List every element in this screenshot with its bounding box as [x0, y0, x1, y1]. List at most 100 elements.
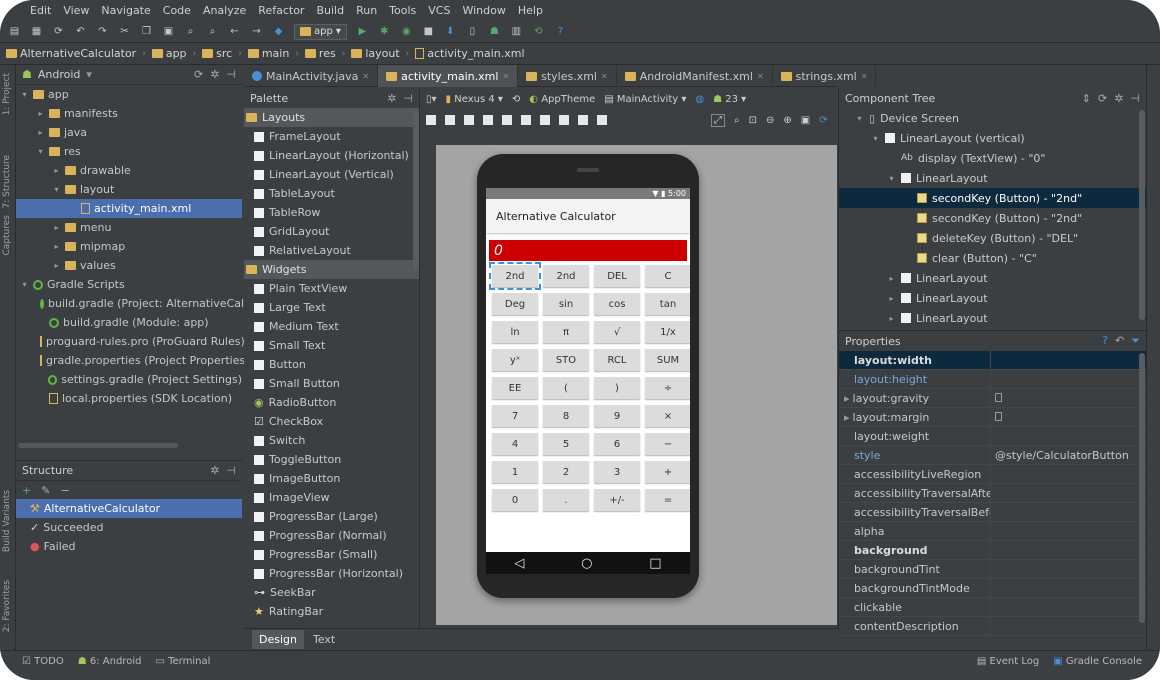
calc-key-9[interactable]: 9 [594, 405, 640, 427]
expand-all-icon[interactable]: ⇕ [1082, 92, 1091, 105]
chevron-down-icon[interactable]: ▾ [86, 68, 92, 81]
structure-item-alternativecalculator[interactable]: ⚒ AlternativeCalculator [16, 499, 242, 518]
chevron-down-icon[interactable]: ▸ [887, 314, 896, 323]
screenshot-icon[interactable]: ▣ [801, 115, 810, 126]
avd-manager-icon[interactable]: ▯ [466, 25, 479, 38]
calc-key-0[interactable]: 0 [492, 489, 538, 511]
build-variants-tool-button[interactable]: Build Variants [2, 490, 12, 552]
redo-icon[interactable]: ↷ [96, 25, 109, 38]
chevron-right-icon[interactable]: ▸ [52, 242, 61, 251]
align-center-icon[interactable] [502, 115, 512, 125]
calc-key-key-27[interactable]: − [645, 433, 690, 455]
component-tree-item[interactable]: clear (Button) - "C" [839, 248, 1146, 268]
palette-item-switch[interactable]: Switch [244, 431, 419, 450]
component-tree-item[interactable]: Ab display (TextView) - "0" [839, 148, 1146, 168]
chevron-down-icon[interactable]: ▾ [871, 134, 880, 143]
calc-key-3[interactable]: 3 [594, 461, 640, 483]
project-tree-item-manifests[interactable]: ▸ manifests [16, 104, 242, 123]
calc-key-rcl[interactable]: RCL [594, 349, 640, 371]
property-row-layout-weight[interactable]: layout:weight [839, 427, 1146, 446]
component-tree-item[interactable]: secondKey (Button) - "2nd" [839, 208, 1146, 228]
gradle-sync-icon[interactable]: ⟲ [532, 25, 545, 38]
calc-key-2[interactable]: 2 [543, 461, 589, 483]
breadcrumb-item-main[interactable]: main [247, 47, 289, 60]
property-row-alpha[interactable]: alpha [839, 522, 1146, 541]
pin-icon[interactable]: ⊣ [226, 464, 236, 477]
favorites-tool-button[interactable]: 2: Favorites [2, 580, 12, 632]
project-tree-item-proguard-rules-pro-proguard-rules[interactable]: proguard-rules.pro (ProGuard Rules) [16, 332, 245, 351]
forward-icon[interactable]: → [250, 25, 263, 38]
tab-activity-main-xml[interactable]: activity_main.xml ✕ [378, 65, 519, 87]
project-tree-item-activity-main-xml[interactable]: activity_main.xml [16, 199, 242, 218]
minus-icon[interactable]: − [60, 484, 69, 497]
attach-debugger-icon[interactable]: ◉ [400, 25, 413, 38]
settings-icon[interactable]: ✲ [1114, 92, 1123, 105]
calc-key-deg[interactable]: Deg [492, 293, 538, 315]
breadcrumb-item-layout[interactable]: layout [351, 47, 400, 60]
close-icon[interactable]: ✕ [362, 72, 369, 81]
find-icon[interactable]: ⌕ [184, 25, 197, 38]
property-row-accessibilitytraversalbefore[interactable]: accessibilityTraversalBefore [839, 503, 1146, 522]
calc-key-del[interactable]: DEL [594, 265, 640, 287]
palette-item-ratingbar[interactable]: ★ RatingBar [244, 602, 419, 621]
property-row-accessibilityliveregion[interactable]: accessibilityLiveRegion [839, 465, 1146, 484]
calc-key-4[interactable]: 4 [492, 433, 538, 455]
palette-item-progressbar-normal[interactable]: ProgressBar (Normal) [244, 526, 419, 545]
palette-item-imagebutton[interactable]: ImageButton [244, 469, 419, 488]
chevron-down-icon[interactable]: ▸ [887, 274, 896, 283]
project-tree-item-build-gradle-module-app[interactable]: build.gradle (Module: app) [16, 313, 242, 332]
close-icon[interactable]: ✕ [757, 72, 764, 81]
palette-item-linearlayout-horizontal[interactable]: LinearLayout (Horizontal) [244, 146, 419, 165]
palette-item-linearlayout-vertical[interactable]: LinearLayout (Vertical) [244, 165, 419, 184]
chevron-right-icon[interactable]: ▸ [52, 223, 61, 232]
property-value[interactable] [991, 392, 1146, 405]
terminal-tool-button[interactable]: ▭ Terminal [155, 656, 210, 667]
orientation-icon[interactable]: ⟲ [512, 94, 520, 105]
calc-key-key-33[interactable]: . [543, 489, 589, 511]
palette-item-progressbar-horizontal[interactable]: ProgressBar (Horizontal) [244, 564, 419, 583]
menu-item-build[interactable]: Build [316, 4, 344, 17]
palette-item-radiobutton[interactable]: ◉ RadioButton [244, 393, 419, 412]
align-bottom-icon[interactable] [559, 115, 569, 125]
calc-key-ln[interactable]: ln [492, 321, 538, 343]
zoom-actual-icon[interactable]: ⊡ [749, 115, 757, 126]
calc-key-key-31[interactable]: + [645, 461, 690, 483]
property-row-accessibilitytraversalafter[interactable]: accessibilityTraversalAfter [839, 484, 1146, 503]
project-tree-item-layout[interactable]: ▾ layout [16, 180, 242, 199]
close-icon[interactable]: ✕ [502, 72, 509, 81]
chevron-down-icon[interactable]: ▾ [855, 114, 864, 123]
structure-item-succeeded[interactable]: ✓ Succeeded [16, 518, 242, 537]
close-icon[interactable]: ✕ [861, 72, 868, 81]
run-icon[interactable]: ▶ [356, 25, 369, 38]
pin-icon[interactable]: ⊣ [403, 92, 413, 105]
phone-screen[interactable]: ▼ ▮ 5:00 Alternative Calculator 0 2nd 2nd… [486, 188, 690, 552]
calc-key-key-9[interactable]: π [543, 321, 589, 343]
project-tree-item-menu[interactable]: ▸ menu [16, 218, 242, 237]
menu-item-view[interactable]: View [63, 4, 89, 17]
breadcrumb-item-alternativecalculator[interactable]: AlternativeCalculator [6, 47, 136, 60]
back-nav-icon[interactable]: ◁ [514, 556, 524, 571]
checkbox-icon[interactable] [995, 411, 1002, 421]
api-select[interactable]: ☗ 23 ▾ [713, 94, 746, 105]
align-right-icon[interactable] [521, 115, 531, 125]
component-tree-item[interactable]: secondKey (Button) - "2nd" [839, 188, 1146, 208]
palette-group-widgets[interactable]: Widgets [244, 260, 419, 279]
tab-mainactivity-java[interactable]: MainActivity.java ✕ [244, 65, 379, 87]
palette-item-togglebutton[interactable]: ToggleButton [244, 450, 419, 469]
gradle-console-tool-button[interactable]: ▣ Gradle Console [1053, 656, 1142, 667]
calc-key-c[interactable]: C [645, 265, 690, 287]
palette-item-progressbar-large[interactable]: ProgressBar (Large) [244, 507, 419, 526]
layout-grid-icon[interactable] [426, 115, 436, 125]
property-row-layout-height[interactable]: layout:height [839, 370, 1146, 389]
palette-item-small-text[interactable]: Small Text [244, 336, 419, 355]
menu-item-vcs[interactable]: VCS [428, 4, 450, 17]
property-value[interactable]: @style/CalculatorButton [991, 449, 1146, 462]
chevron-right-icon[interactable]: ▸ [844, 411, 850, 424]
sync-icon[interactable]: ⟳ [1098, 92, 1107, 105]
project-tree-item-mipmap[interactable]: ▸ mipmap [16, 237, 242, 256]
tab-text[interactable]: Text [306, 630, 342, 649]
chevron-down-icon[interactable]: ▾ [20, 280, 29, 289]
palette-item-button[interactable]: Button [244, 355, 419, 374]
palette-item-imageview[interactable]: ImageView [244, 488, 419, 507]
undo-icon[interactable]: ↶ [74, 25, 87, 38]
